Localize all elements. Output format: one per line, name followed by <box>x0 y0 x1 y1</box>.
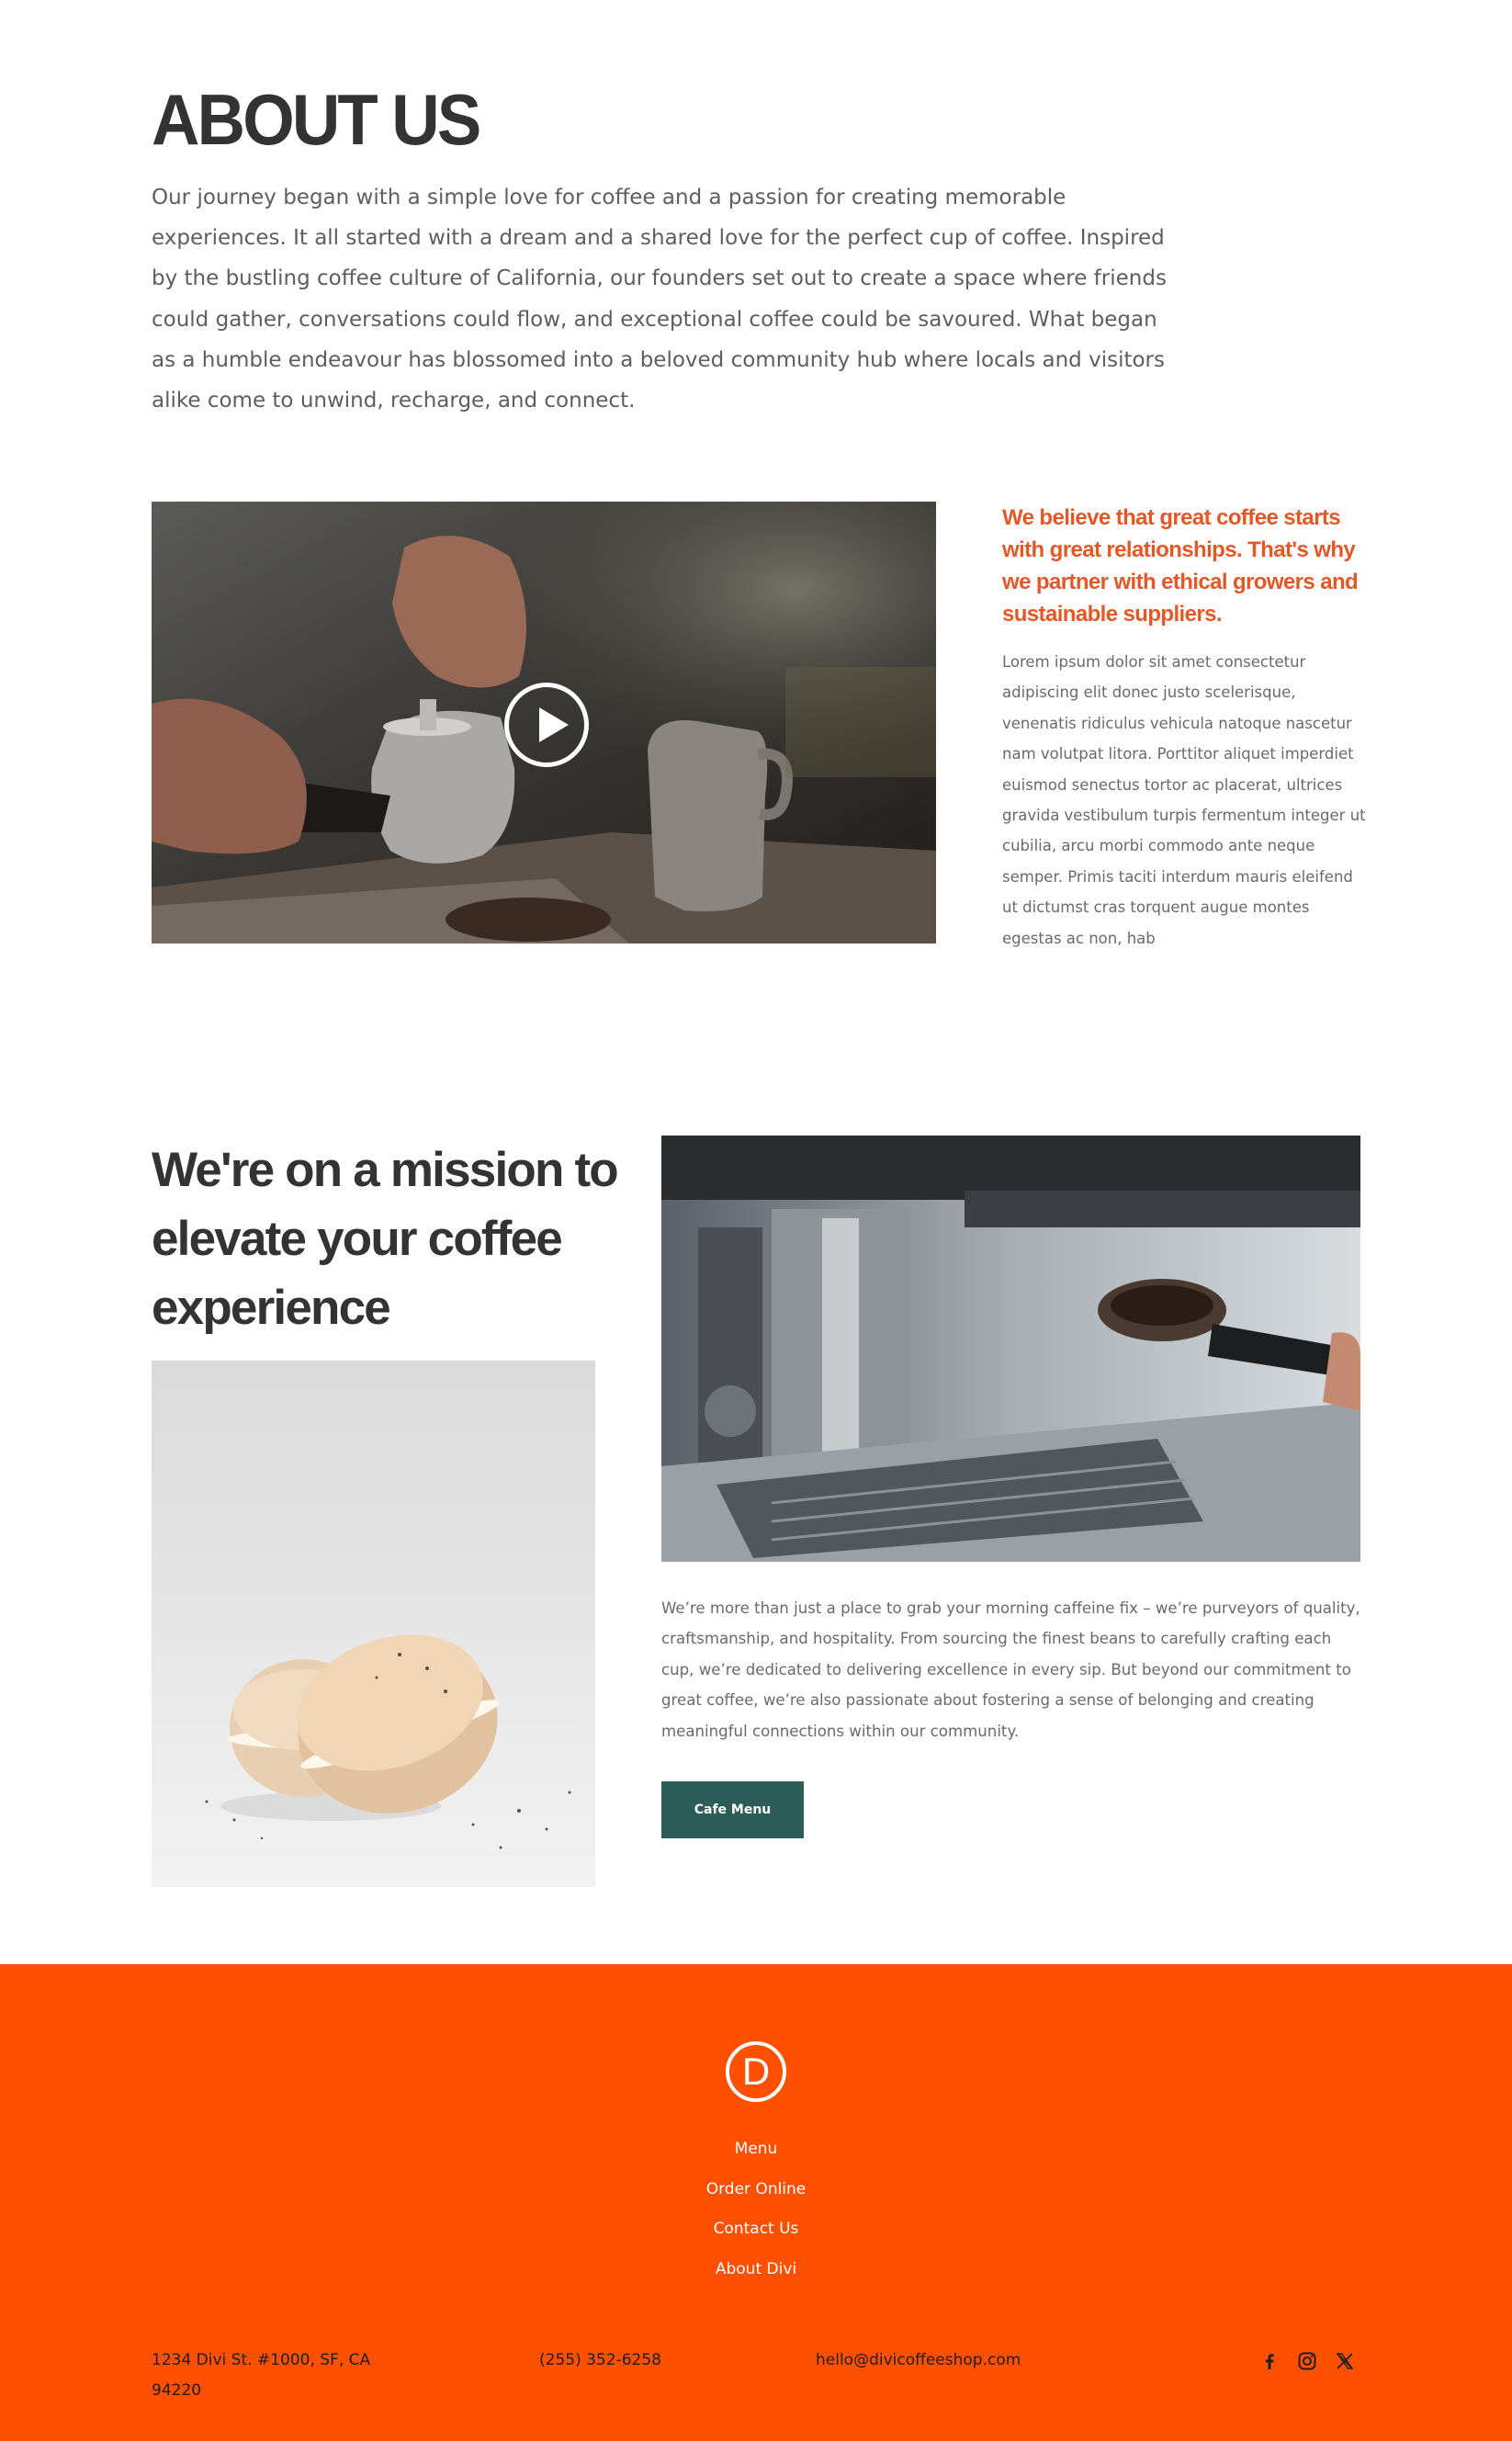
facebook-icon[interactable] <box>1258 2350 1281 2372</box>
espresso-machine-image <box>661 1136 1360 1562</box>
cafe-menu-button[interactable]: Cafe Menu <box>661 1781 804 1838</box>
divi-logo-icon[interactable]: D <box>726 2041 786 2102</box>
macaron-image <box>152 1361 595 1887</box>
belief-heading: We believe that great coffee starts with… <box>1002 505 1359 627</box>
footer-address: 1234 Divi St. #1000, SF, CA 94220 <box>152 2351 371 2400</box>
footer-nav-order-online[interactable]: Order Online <box>572 2171 940 2211</box>
footer-nav: Menu Order Online Contact Us About Divi <box>572 2130 940 2291</box>
footer-email[interactable]: hello@divicoffeeshop.com <box>816 2345 1021 2376</box>
mission-body-text: We’re more than just a place to grab you… <box>661 1599 1360 1740</box>
footer-nav-contact-us[interactable]: Contact Us <box>572 2210 940 2251</box>
about-intro-text: Our journey began with a simple love for… <box>152 186 1167 413</box>
play-button[interactable] <box>504 683 589 767</box>
instagram-icon[interactable] <box>1296 2350 1318 2372</box>
mission-heading: We're on a mission to elevate your coffe… <box>152 1143 619 1335</box>
footer-phone[interactable]: (255) 352-6258 <box>539 2345 661 2376</box>
footer-nav-menu[interactable]: Menu <box>572 2130 940 2171</box>
footer-nav-about-divi[interactable]: About Divi <box>572 2251 940 2291</box>
espresso-machine-photo <box>661 1136 1360 1562</box>
logo-letter: D <box>741 2050 771 2093</box>
page-title: ABOUT US <box>152 79 481 160</box>
x-twitter-icon[interactable] <box>1334 2350 1356 2372</box>
belief-body-text: Lorem ipsum dolor sit amet consectetur a… <box>1002 653 1366 947</box>
macaron-photo <box>152 1361 595 1887</box>
